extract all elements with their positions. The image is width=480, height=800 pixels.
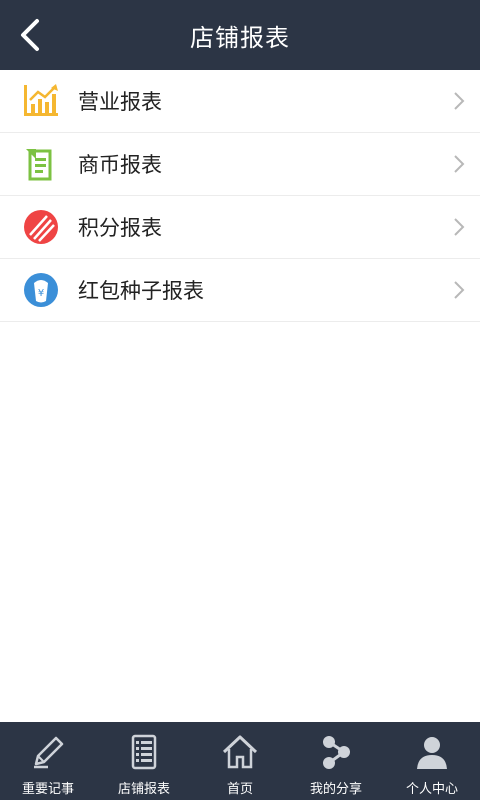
tab-important-notes[interactable]: 重要记事: [0, 722, 96, 800]
chevron-right-icon: [454, 155, 465, 173]
home-icon: [218, 730, 262, 774]
report-list: 营业报表 商币报表 积分报表 ¥ 红包种子报表: [0, 70, 480, 322]
report-item-label: 积分报表: [78, 216, 162, 240]
chevron-right-icon: [454, 218, 465, 236]
pen-icon: [26, 730, 70, 774]
svg-text:¥: ¥: [38, 288, 44, 299]
tab-my-share[interactable]: 我的分享: [288, 722, 384, 800]
receipt-icon: [22, 145, 60, 183]
report-item-points[interactable]: 积分报表: [0, 196, 480, 259]
tab-label: 重要记事: [21, 782, 74, 797]
page-title: 店铺报表: [190, 23, 290, 52]
points-icon: [22, 208, 60, 246]
report-item-red-packet-seed[interactable]: ¥ 红包种子报表: [0, 259, 480, 322]
money-bag-icon: ¥: [22, 271, 60, 309]
bottom-tab-bar: 重要记事 店铺报表 首页 我的分享 个人中心: [0, 722, 480, 800]
tab-label: 我的分享: [309, 782, 362, 797]
back-button[interactable]: [10, 13, 50, 57]
report-item-label: 红包种子报表: [78, 279, 204, 303]
report-item-business[interactable]: 营业报表: [0, 70, 480, 133]
report-item-merchant-coin[interactable]: 商币报表: [0, 133, 480, 196]
bar-chart-icon: [22, 82, 60, 120]
tab-home[interactable]: 首页: [192, 722, 288, 800]
person-icon: [410, 730, 454, 774]
back-arrow-icon: [21, 19, 39, 51]
report-item-label: 商币报表: [78, 153, 162, 177]
header-bar: 店铺报表: [0, 0, 480, 70]
tab-label: 店铺报表: [117, 782, 170, 797]
chevron-right-icon: [454, 281, 465, 299]
share-icon: [314, 730, 358, 774]
tab-store-reports[interactable]: 店铺报表: [96, 722, 192, 800]
tab-label: 个人中心: [405, 782, 458, 797]
document-icon: [122, 730, 166, 774]
tab-label: 首页: [226, 782, 253, 797]
report-item-label: 营业报表: [78, 90, 162, 114]
chevron-right-icon: [454, 92, 465, 110]
tab-personal-center[interactable]: 个人中心: [384, 722, 480, 800]
